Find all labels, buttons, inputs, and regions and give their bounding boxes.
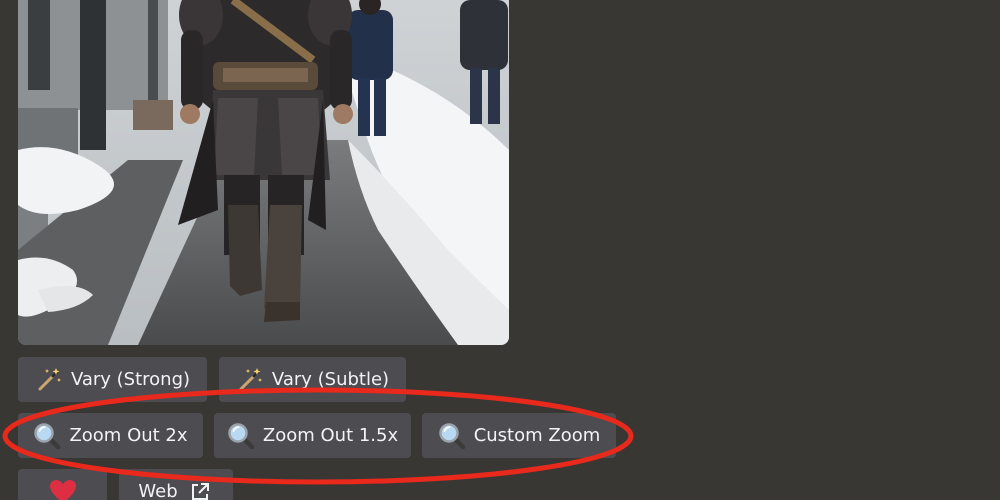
custom-zoom-label: Custom Zoom (473, 424, 601, 446)
favorite-button[interactable] (18, 469, 107, 500)
magic-wand-icon (35, 366, 63, 394)
chat-message-area: Vary (Strong) Vary (Subtle) Zoom Out 2x (0, 0, 1000, 500)
vary-strong-label: Vary (Strong) (70, 368, 191, 390)
zoom-out-2x-label: Zoom Out 2x (69, 424, 188, 446)
zoom-out-2x-button[interactable]: Zoom Out 2x (18, 413, 203, 458)
street-scene-illustration (18, 0, 509, 345)
vary-subtle-button[interactable]: Vary (Subtle) (219, 357, 406, 402)
vary-subtle-label: Vary (Subtle) (271, 368, 390, 390)
magnifier-icon (227, 422, 255, 450)
web-label: Web (138, 480, 178, 500)
magnifier-icon (33, 422, 61, 450)
web-link-button[interactable]: Web (119, 469, 233, 500)
zoom-out-1.5x-label: Zoom Out 1.5x (262, 424, 399, 446)
heart-icon (49, 478, 77, 500)
generated-image[interactable] (18, 0, 509, 345)
magic-wand-icon (236, 366, 264, 394)
zoom-out-1.5x-button[interactable]: Zoom Out 1.5x (214, 413, 411, 458)
external-link-icon (186, 478, 214, 500)
vary-strong-button[interactable]: Vary (Strong) (18, 357, 207, 402)
custom-zoom-button[interactable]: Custom Zoom (422, 413, 616, 458)
magnifier-icon (438, 422, 466, 450)
